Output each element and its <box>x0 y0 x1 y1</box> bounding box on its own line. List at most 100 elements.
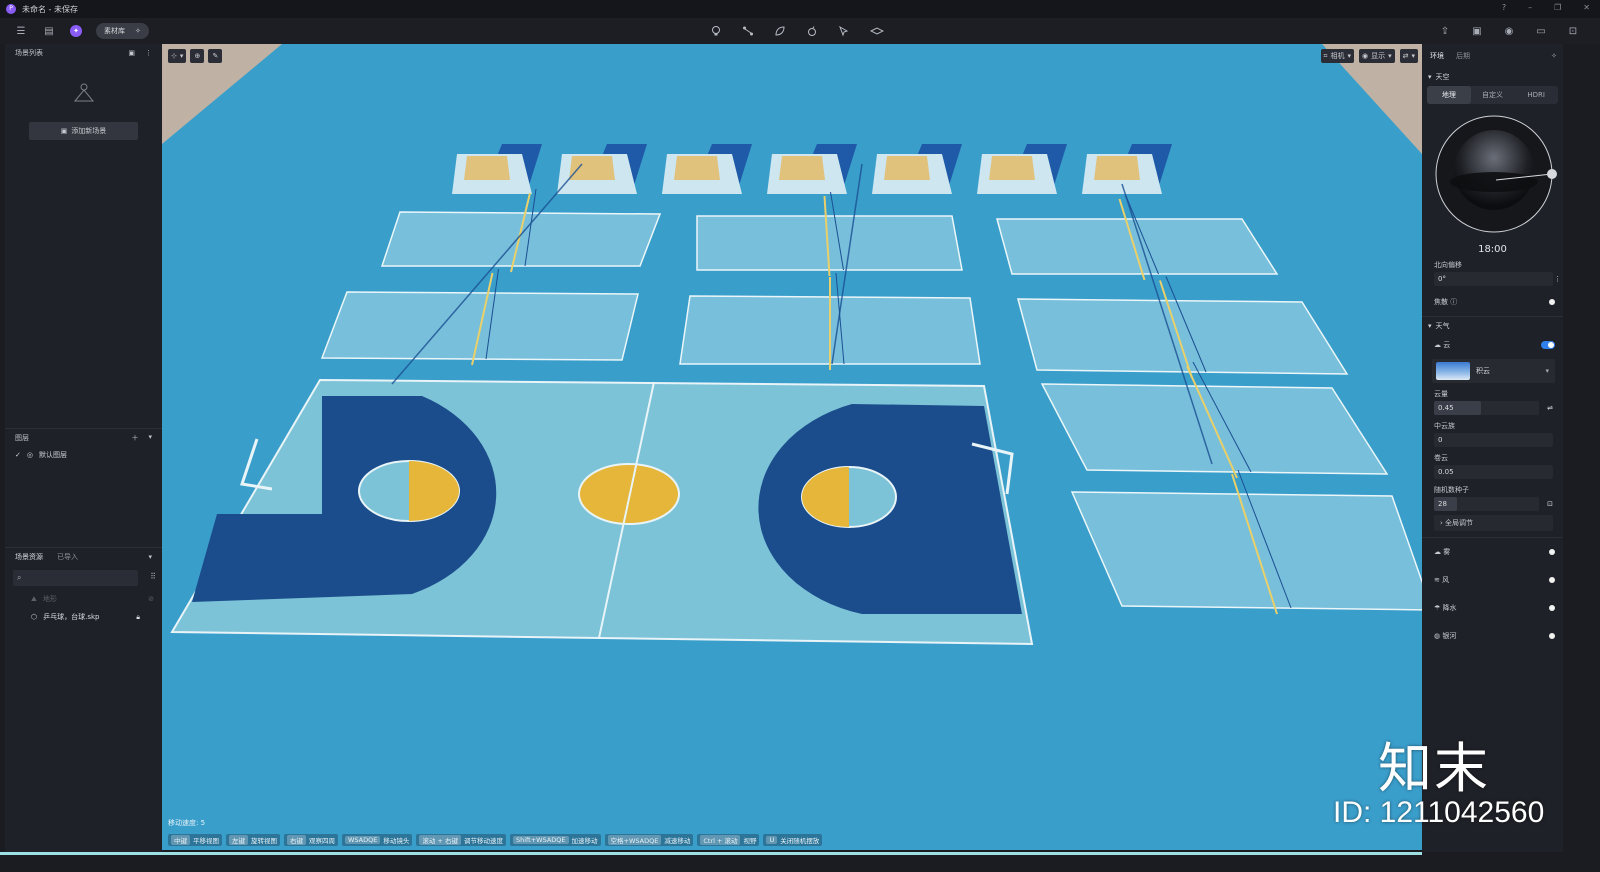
grid-view-icon[interactable]: ⠿ <box>150 572 156 581</box>
bulb-icon[interactable] <box>710 25 722 37</box>
display-menu-button[interactable]: ◉ 显示 ▾ <box>1358 49 1395 63</box>
layer-label: 默认图层 <box>38 451 67 459</box>
restore-icon[interactable]: ❐ <box>1554 3 1561 12</box>
wind-toggle[interactable] <box>1549 577 1555 583</box>
collapse-icon[interactable]: ▾ <box>148 433 152 443</box>
table-tennis-row <box>452 144 1172 194</box>
path-icon[interactable] <box>742 25 754 37</box>
seed-input[interactable]: 28 ⊡ <box>1434 497 1553 511</box>
north-offset-input[interactable]: 0° ⋮ <box>1434 272 1561 286</box>
ping-pong-table <box>452 144 542 194</box>
adjust-icon[interactable]: ⇌ <box>1547 404 1553 412</box>
eye-icon[interactable]: ◎ <box>27 451 33 459</box>
cloud-type-select[interactable]: 积云 ▾ <box>1432 359 1555 383</box>
right-tabs: 环境 后期 ✧ <box>1422 44 1563 68</box>
globe-button[interactable]: ⊕ <box>190 49 205 63</box>
document-icon[interactable]: ▤ <box>42 26 56 37</box>
camera-menu-button[interactable]: ⌗ 相机 ▾ <box>1320 49 1354 63</box>
hidden-icon[interactable]: ⊘ <box>148 595 154 603</box>
leaf-icon[interactable] <box>774 25 786 37</box>
shortcut-hint: 中键 平移视图 <box>168 834 222 846</box>
chevron-down-icon: ▾ <box>1411 52 1415 60</box>
search-icon: ⌕ <box>17 573 22 582</box>
collapse-icon[interactable]: ▾ <box>148 553 152 561</box>
library-button[interactable]: 素材库 ✧ <box>96 23 149 39</box>
weather-section-header[interactable]: ▾ 天气 <box>1422 317 1563 335</box>
assets-header: 场景资源 已导入 ▾ <box>5 548 162 566</box>
sky-mode-hdri[interactable]: HDRI <box>1514 86 1558 104</box>
asset-item-model[interactable]: ⬡ 乒乓球，台球.skp 🔒︎ <box>5 608 162 626</box>
layers-icon[interactable] <box>870 25 884 37</box>
mid-cloud-slider[interactable]: 0 <box>1434 433 1553 447</box>
badminton-court <box>380 188 662 273</box>
help-icon[interactable]: ? <box>1502 3 1506 12</box>
video-icon[interactable]: ▭ <box>1534 26 1548 37</box>
viewport-tools-right: ⌗ 相机 ▾ ◉ 显示 ▾ ⇄ ▾ <box>1320 49 1418 63</box>
galaxy-label: 银河 <box>1442 632 1457 640</box>
plugin-icon[interactable]: ✦ <box>70 25 82 37</box>
sky-section-header[interactable]: ▾ 天空 <box>1422 68 1563 86</box>
cirrus-slider[interactable]: 0.05 <box>1434 465 1553 479</box>
chevron-down-icon: ▾ <box>1347 52 1351 60</box>
hint-key: Ctrl + 滚动 <box>700 835 741 845</box>
fog-toggle[interactable] <box>1549 549 1555 555</box>
close-icon[interactable]: ✕ <box>1583 3 1590 12</box>
tab-post[interactable]: 后期 <box>1456 51 1470 61</box>
cloud-amount-slider[interactable]: 0.45 ⇌ <box>1434 401 1553 415</box>
minimize-icon[interactable]: – <box>1528 3 1532 12</box>
brush-icon[interactable] <box>838 25 850 37</box>
shortcut-hints: 中键 平移视图 左键 旋转视图 右键 观察四周 WSADQE 移动镜头 滚动 + 右键 调节移动速… <box>168 834 823 846</box>
shortcut-hint: 空格+WSADQE 减速移动 <box>604 834 694 846</box>
rain-toggle[interactable] <box>1549 605 1555 611</box>
terrain-icon: ⛰ <box>31 594 37 603</box>
ping-pong-table <box>767 144 857 194</box>
add-layer-icon[interactable]: ＋ <box>131 433 138 443</box>
wind-row: ≋ 风 <box>1422 570 1563 590</box>
camera-icon[interactable]: ◉ <box>1502 26 1516 37</box>
check-icon[interactable]: ✓ <box>15 451 21 459</box>
info-icon[interactable]: ⓘ <box>1450 298 1457 306</box>
advanced-label: 全局调节 <box>1445 519 1474 527</box>
save-icon[interactable]: ⊡ <box>1566 26 1580 37</box>
status-strip <box>0 852 1600 872</box>
cloud-toggle[interactable] <box>1541 341 1555 349</box>
pen-icon: ✎ <box>212 52 219 60</box>
tab-scene-assets[interactable]: 场景资源 <box>15 552 43 562</box>
view-switch-button[interactable]: ⇄ ▾ <box>1399 49 1418 63</box>
add-folder-icon[interactable]: ▣ <box>128 49 135 57</box>
bomb-icon[interactable] <box>806 25 818 37</box>
export-icon[interactable]: ⇪ <box>1438 26 1452 37</box>
caustics-toggle[interactable] <box>1549 299 1555 305</box>
more-icon[interactable]: ⋮ <box>1554 275 1561 283</box>
cirrus-label: 卷云 <box>1434 454 1448 462</box>
tab-imported[interactable]: 已导入 <box>57 552 78 562</box>
menu-icon[interactable]: ☰ <box>14 26 28 37</box>
3d-viewport[interactable]: ⊹ ▾ ⊕ ✎ ⌗ 相机 ▾ ◉ 显示 ▾ ⇄ ▾ 移动速度: 5 中键 平移视图 左键 旋转视图… <box>162 44 1422 850</box>
asset-item-terrain[interactable]: ⛰ 地形 ⊘ <box>5 590 162 608</box>
shortcut-hint: U 关闭随机摆放 <box>763 834 823 846</box>
lock-icon[interactable]: 🔒︎ <box>136 613 140 622</box>
add-scene-button[interactable]: ▣ 添加新场景 <box>29 122 138 140</box>
layer-item-default[interactable]: ✓ ◎ 默认图层 <box>5 447 162 463</box>
package-icon[interactable]: ▣ <box>1470 26 1484 37</box>
watermark-id: ID: 1211042560 <box>1333 796 1545 829</box>
transform-mode-button[interactable]: ⊹ ▾ <box>168 49 187 63</box>
wand-icon[interactable]: ✧ <box>1551 52 1557 60</box>
more-icon[interactable]: ⋮ <box>145 49 152 57</box>
tab-environment[interactable]: 环境 <box>1430 51 1444 61</box>
advanced-settings-button[interactable]: › 全局调节 <box>1434 515 1553 531</box>
sky-mode-geo[interactable]: 地理 <box>1427 86 1471 104</box>
dice-icon[interactable]: ⊡ <box>1547 500 1553 508</box>
galaxy-toggle[interactable] <box>1549 633 1555 639</box>
hint-key: 空格+WSADQE <box>607 835 662 845</box>
ping-pong-table <box>872 144 962 194</box>
fog-icon: ☁ <box>1434 548 1441 556</box>
pen-button[interactable]: ✎ <box>208 49 223 63</box>
asset-search-input[interactable]: ⌕ ⠿ <box>13 570 156 586</box>
title-bar: P 未命名 - 未保存 ? – ❐ ✕ <box>0 0 1600 18</box>
hint-action: 旋转视图 <box>251 837 277 845</box>
fog-label: 雾 <box>1443 548 1451 556</box>
hint-key: Shift+WSADQE <box>512 836 569 844</box>
sky-mode-custom[interactable]: 自定义 <box>1471 86 1515 104</box>
sun-position-dial[interactable] <box>1422 104 1563 244</box>
